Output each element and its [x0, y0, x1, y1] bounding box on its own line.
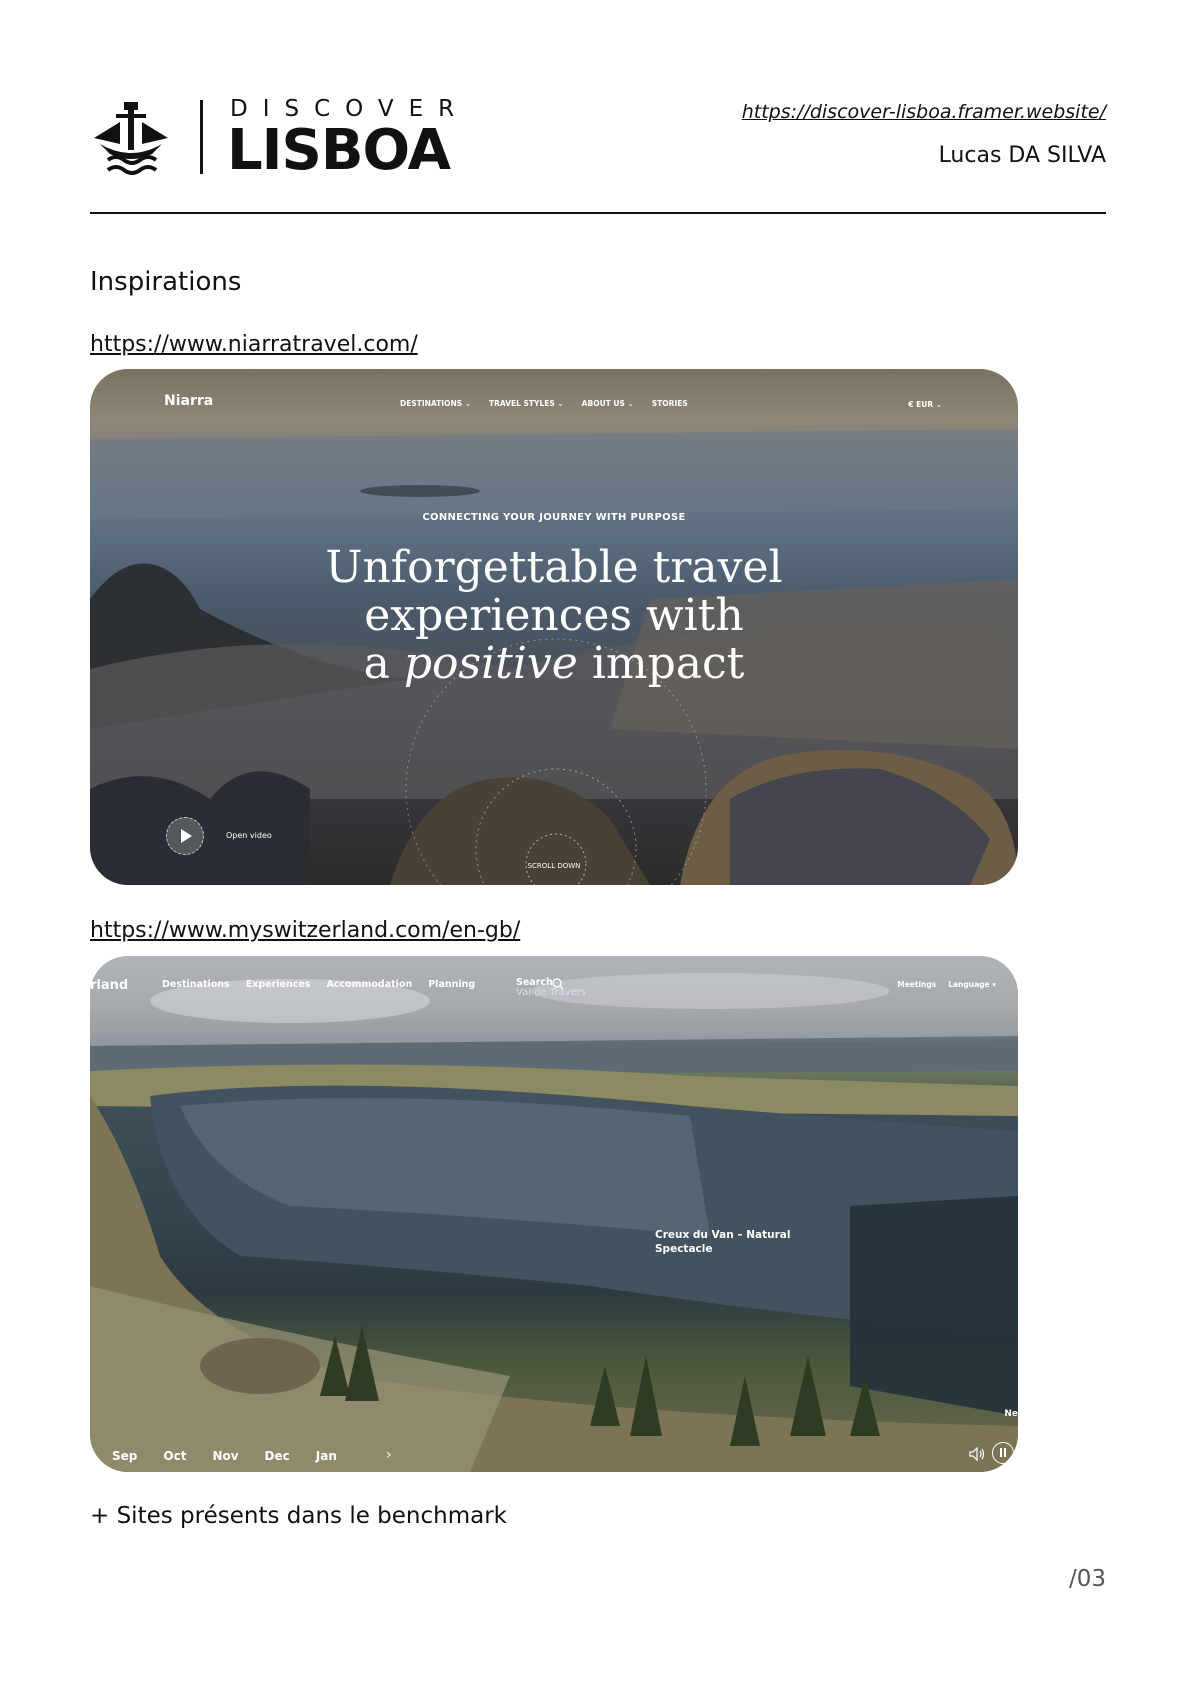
month-oct: Oct	[163, 1449, 187, 1463]
myswitzerland-nav-experiences: Experiences	[245, 979, 311, 990]
niarra-screenshot: Niarra DESTINATIONS ⌄ TRAVEL STYLES ⌄ AB…	[90, 369, 1018, 885]
myswitzerland-nav-planning: Planning	[428, 979, 476, 990]
myswitzerland-right-nav: Meetings Language ▾	[897, 980, 996, 989]
niarra-headline: Unforgettable travel experiences with a …	[90, 544, 1018, 688]
myswitzerland-side-label: Ne	[1004, 1409, 1018, 1419]
niarra-brand: Niarra	[164, 393, 214, 409]
myswitzerland-nav: Destinations Experiences Accommodation P…	[162, 979, 475, 990]
myswitzerland-nav-meetings: Meetings	[897, 980, 937, 989]
discover-lisboa-logo: DISCOVER LISBOA	[90, 96, 454, 182]
niarra-currency: € EUR ⌄	[908, 400, 942, 409]
section-title: Inspirations	[90, 267, 242, 297]
myswitzerland-brand: rland	[90, 978, 129, 993]
pause-icon	[992, 1442, 1014, 1464]
niarra-tagline: CONNECTING YOUR JOURNEY WITH PURPOSE	[422, 512, 686, 523]
niarra-nav: DESTINATIONS ⌄ TRAVEL STYLES ⌄ ABOUT US …	[400, 399, 688, 408]
myswitzerland-nav-language: Language ▾	[948, 980, 996, 989]
niarra-nav-travel-styles: TRAVEL STYLES ⌄	[489, 399, 564, 408]
niarra-url-link[interactable]: https://www.niarratravel.com/	[90, 332, 418, 357]
myswitzerland-nav-accommodation: Accommodation	[326, 979, 413, 990]
myswitzerland-caption: Creux du Van – Natural Spectacle	[655, 1229, 791, 1255]
niarra-nav-about-us: ABOUT US ⌄	[581, 399, 634, 408]
caravel-emblem-icon	[94, 102, 168, 175]
myswitzerland-landscape	[90, 956, 1018, 1472]
myswitzerland-months: Sep Oct Nov Dec Jan	[112, 1449, 337, 1463]
logo-divider	[200, 100, 203, 174]
author-name: Lucas DA SILVA	[938, 143, 1106, 168]
logo-lisboa-text: LISBOA	[227, 118, 451, 183]
footnote: + Sites présents dans le benchmark	[90, 1503, 507, 1529]
niarra-headline-a: a	[363, 638, 404, 689]
myswitzerland-screenshot: rland Destinations Experiences Accommoda…	[90, 956, 1018, 1472]
month-dec: Dec	[264, 1449, 290, 1463]
myswitzerland-nav-destinations: Destinations	[162, 979, 230, 990]
month-jan: Jan	[315, 1449, 337, 1463]
chevron-right-icon: ›	[386, 1447, 392, 1463]
niarra-open-video-label: Open video	[226, 831, 272, 840]
month-nov: Nov	[212, 1449, 239, 1463]
niarra-headline-impact: impact	[577, 638, 745, 689]
niarra-nav-stories: STORIES	[651, 399, 688, 408]
volume-icon	[969, 1446, 985, 1462]
niarra-scroll-label: SCROLL DOWN	[527, 862, 581, 870]
site-url-link[interactable]: https://discover-lisboa.framer.website/	[742, 101, 1106, 123]
niarra-headline-positive: positive	[403, 638, 578, 689]
play-icon	[181, 829, 192, 843]
month-sep: Sep	[112, 1449, 138, 1463]
myswitzerland-search-sub: Val de Travers	[516, 987, 587, 998]
niarra-headline-line-3: a positive impact	[90, 640, 1018, 688]
niarra-headline-line-1: Unforgettable travel	[325, 542, 783, 593]
niarra-headline-line-2: experiences with	[364, 590, 744, 641]
niarra-nav-destinations: DESTINATIONS ⌄	[400, 399, 472, 408]
header-rule	[90, 212, 1106, 214]
page-number: /03	[1068, 1566, 1106, 1592]
niarra-play-button	[166, 817, 204, 855]
myswitzerland-url-link[interactable]: https://www.myswitzerland.com/en-gb/	[90, 918, 520, 943]
